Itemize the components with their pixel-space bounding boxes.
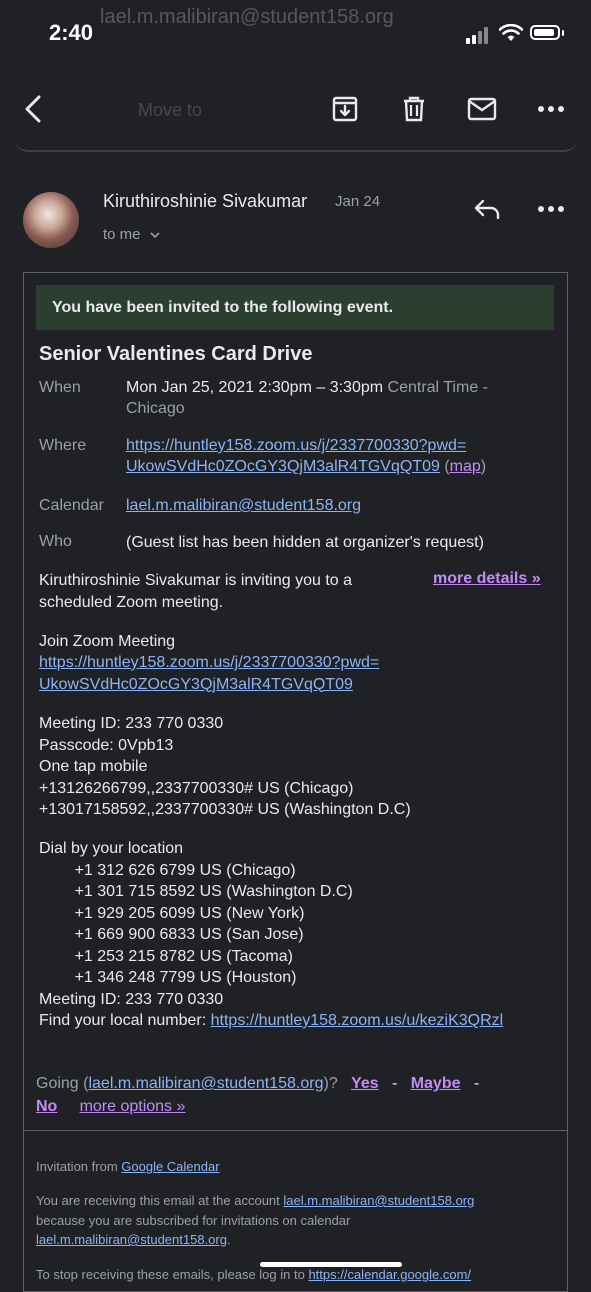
more-icon[interactable] [536, 94, 566, 124]
who-value: (Guest list has been hidden at organizer… [126, 534, 484, 551]
join-link[interactable]: https://huntley158.zoom.us/j/2337700330?… [39, 652, 379, 695]
where-value: https://huntley158.zoom.us/j/2337700330?… [126, 437, 487, 475]
rsvp-maybe[interactable]: Maybe [411, 1075, 461, 1092]
footer-receiving: You are receiving this email at the acco… [36, 1193, 475, 1247]
find-local-number: Find your local number: https://huntley1… [39, 1012, 504, 1029]
when-datetime: Mon Jan 25, 2021 2:30pm – 3:30pm [126, 379, 384, 396]
when-label: When [39, 379, 81, 396]
battery-icon [530, 25, 560, 40]
footer-stop: To stop receiving these emails, please l… [36, 1267, 472, 1282]
who-label: Who [39, 533, 72, 550]
find-local-link[interactable]: https://huntley158.zoom.us/u/keziK3QRzl [211, 1012, 504, 1029]
signal-icon [466, 26, 492, 44]
archive-icon[interactable] [330, 94, 360, 124]
reply-icon[interactable] [472, 194, 502, 224]
recipients-label: to me [103, 226, 141, 243]
avatar[interactable] [23, 192, 79, 248]
sender-name[interactable]: Kiruthiroshinie Sivakumar [103, 191, 307, 212]
calendar-link[interactable]: lael.m.malibiran@student158.org [126, 495, 361, 516]
ghost-sender-line: lael.m.malibiran@student158.org [100, 6, 394, 28]
toolbar-divider [14, 130, 578, 152]
dial-in-numbers: Dial by your location +1 312 626 6799 US… [39, 840, 353, 1008]
google-calendar-link[interactable]: Google Calendar [121, 1159, 219, 1174]
chevron-down-icon [150, 232, 160, 239]
meeting-details: Meeting ID: 233 770 0330 Passcode: 0Vpb1… [39, 715, 411, 818]
status-bar: lael.m.malibiran@student158.org 2:40 [0, 0, 591, 70]
description-line-1: Kiruthiroshinie Sivakumar is inviting yo… [39, 572, 353, 589]
when-timezone: Central Time - [387, 379, 488, 396]
message-more-icon[interactable] [536, 194, 566, 224]
calendar-label: Calendar [39, 497, 104, 514]
when-value: Mon Jan 25, 2021 2:30pm – 3:30pm Central… [126, 377, 488, 419]
map-link[interactable]: map [450, 458, 481, 475]
description-line-2: scheduled Zoom meeting. [39, 594, 224, 611]
recipients-toggle[interactable]: to me [103, 226, 161, 243]
more-options-link[interactable]: more options » [80, 1098, 186, 1115]
more-details-link[interactable]: more details » [433, 570, 541, 588]
where-link[interactable]: https://huntley158.zoom.us/j/2337700330?… [126, 437, 466, 475]
footer-invitation-from: Invitation from Google Calendar [36, 1159, 220, 1174]
join-heading: Join Zoom Meeting [39, 633, 176, 650]
ghost-subject: Move to [138, 100, 203, 120]
status-time: 2:40 [49, 20, 94, 45]
invitation-card: You have been invited to the following e… [23, 272, 568, 1292]
when-timezone-city: Chicago [126, 400, 185, 417]
message-date: Jan 24 [335, 193, 381, 210]
invite-banner: You have been invited to the following e… [36, 285, 554, 330]
back-arrow-icon[interactable] [18, 94, 48, 124]
trash-icon[interactable] [399, 94, 429, 124]
mail-icon[interactable] [467, 94, 497, 124]
footer-calendar-link[interactable]: lael.m.malibiran@student158.org [36, 1232, 227, 1247]
footer-divider [24, 1130, 567, 1131]
going-email-link[interactable]: lael.m.malibiran@student158.org [88, 1075, 323, 1092]
home-indicator[interactable] [260, 1262, 402, 1267]
rsvp-no[interactable]: No [36, 1098, 57, 1115]
wifi-icon [499, 24, 523, 41]
where-label: Where [39, 437, 87, 454]
rsvp-yes[interactable]: Yes [351, 1075, 379, 1092]
event-title: Senior Valentines Card Drive [39, 343, 313, 365]
footer-account-link[interactable]: lael.m.malibiran@student158.org [283, 1193, 474, 1208]
rsvp-row: Going (lael.m.malibiran@student158.org)?… [36, 1075, 480, 1115]
